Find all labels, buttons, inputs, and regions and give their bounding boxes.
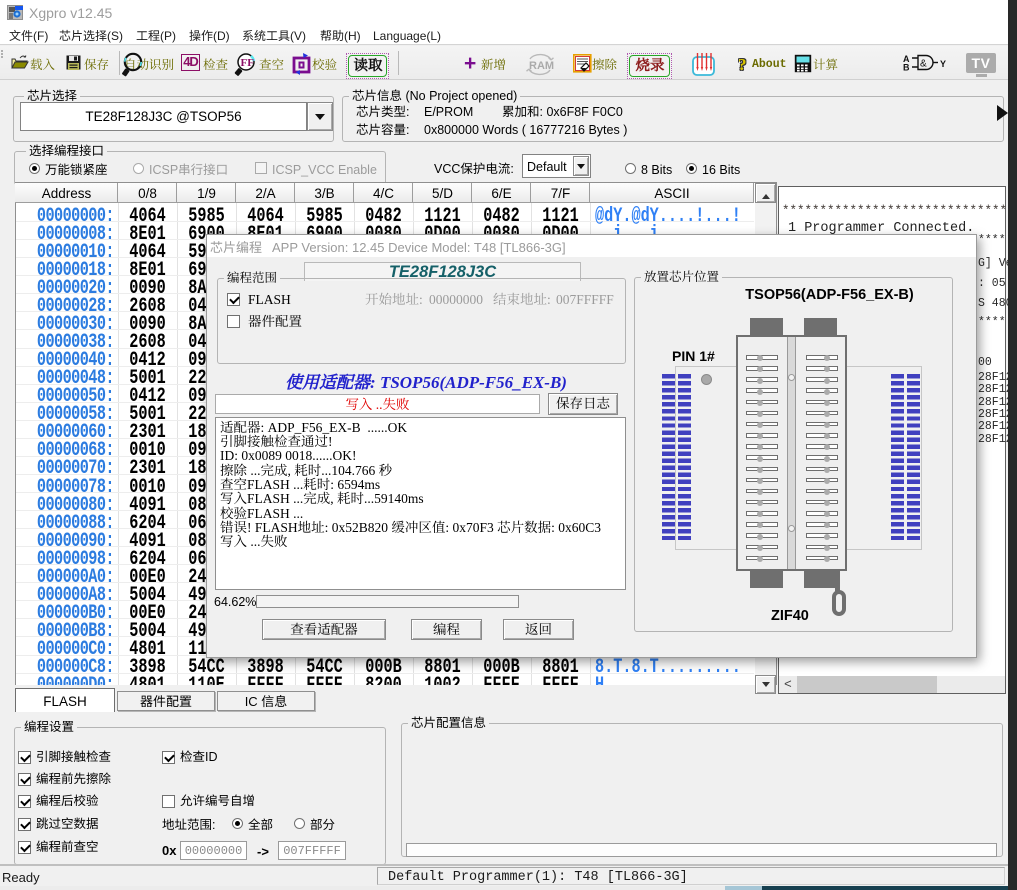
svg-text:B: B [903, 63, 910, 72]
svg-text:RAM: RAM [529, 60, 554, 72]
svg-text:FF: FF [241, 57, 255, 69]
svg-text:Y: Y [940, 59, 946, 69]
svg-text:&: & [920, 59, 927, 70]
